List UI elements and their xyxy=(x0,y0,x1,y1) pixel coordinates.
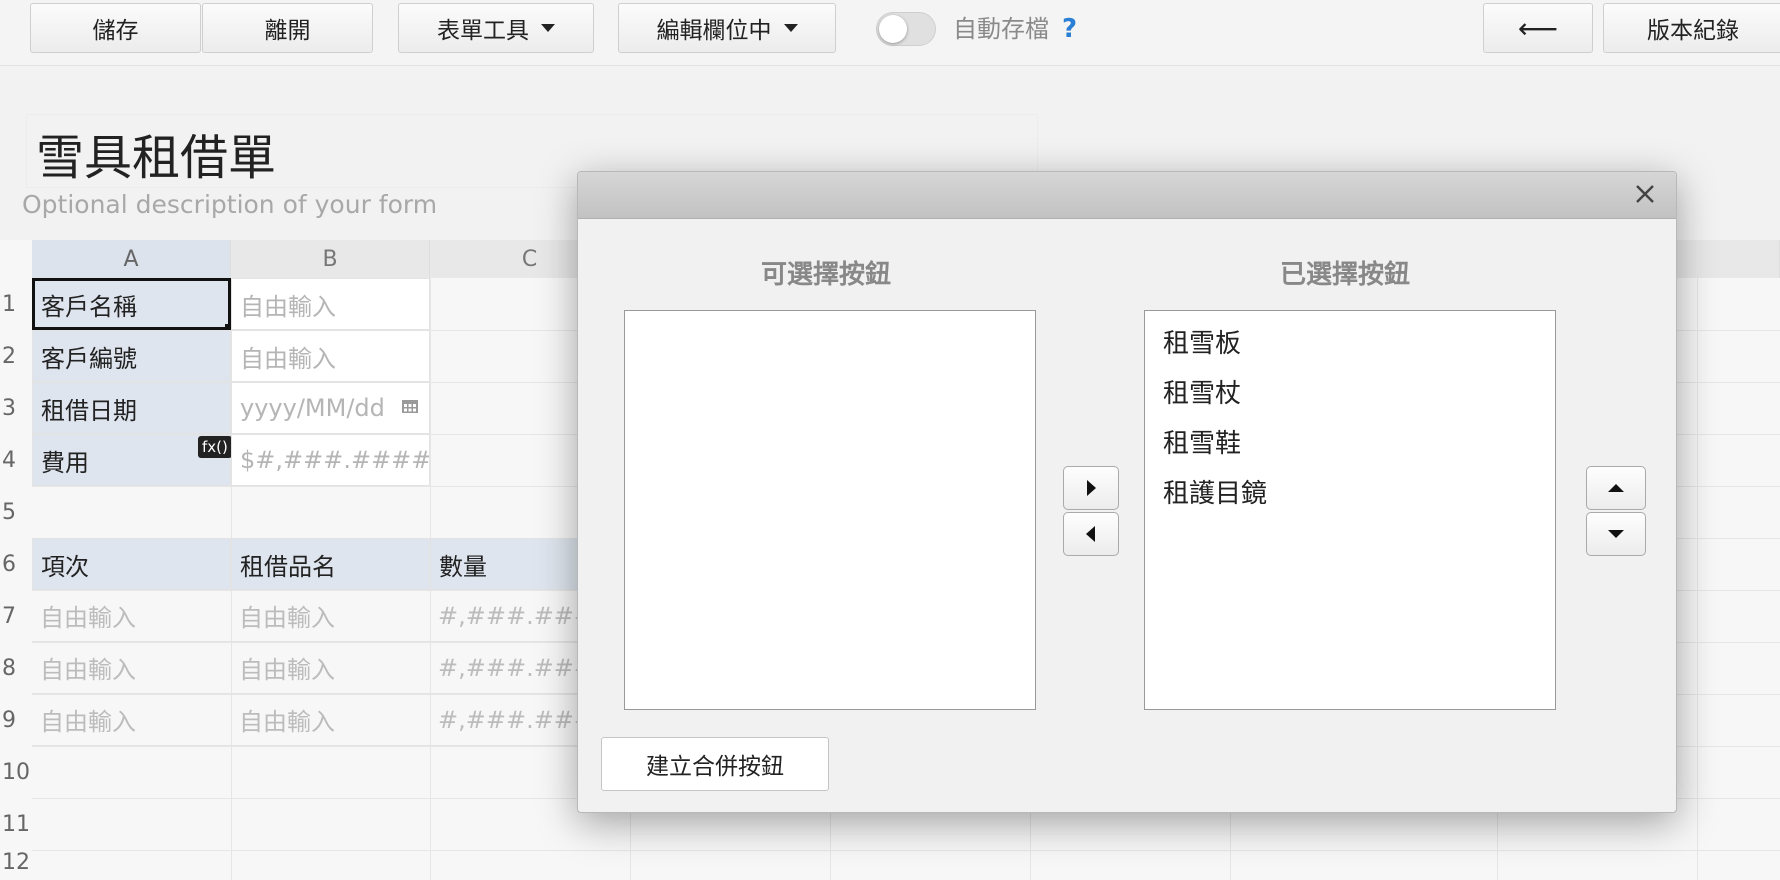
row-header[interactable]: 4 xyxy=(0,434,32,486)
help-icon[interactable]: ? xyxy=(1062,12,1077,46)
row-header[interactable]: 8 xyxy=(0,642,32,694)
row-header[interactable]: 3 xyxy=(0,382,32,434)
calendar-icon[interactable] xyxy=(401,398,419,414)
dialog-title-bar xyxy=(578,172,1676,219)
cell-a9[interactable]: 自由輸入 xyxy=(32,694,231,746)
move-left-button[interactable] xyxy=(1063,512,1119,556)
row-header[interactable]: 1 xyxy=(0,278,32,330)
cell-a1[interactable]: 客戶名稱 xyxy=(32,278,231,330)
chevron-down-icon xyxy=(541,24,555,32)
cell-b4[interactable]: $#,###.##### xyxy=(231,434,430,486)
list-item[interactable]: 租護目鏡 xyxy=(1163,469,1537,519)
chevron-down-icon xyxy=(783,24,798,32)
triangle-left-icon xyxy=(1086,526,1095,542)
leave-button[interactable]: 離開 xyxy=(202,3,373,53)
move-down-button[interactable] xyxy=(1586,512,1646,556)
autosave-label: 自動存檔 xyxy=(953,15,1049,43)
arrow-left-icon: ⟵ xyxy=(1517,11,1559,45)
create-merge-button[interactable]: 建立合併按鈕 xyxy=(601,737,829,791)
cell-a3[interactable]: 租借日期 xyxy=(32,382,231,434)
toolbar: 儲存 離開 表單工具 編輯欄位中 自動存檔 ? ⟵ 版本紀錄 xyxy=(0,0,1780,66)
toggle-knob xyxy=(879,15,907,43)
column-header-b[interactable]: B xyxy=(231,240,430,278)
grid-line xyxy=(32,850,1780,851)
available-buttons-title: 可選擇按鈕 xyxy=(761,260,892,290)
column-header-a[interactable]: A xyxy=(32,240,231,278)
row-header[interactable]: 11 xyxy=(0,798,32,850)
row-header[interactable]: 5 xyxy=(0,486,32,538)
row-header[interactable]: 9 xyxy=(0,694,32,746)
formula-badge[interactable]: fx() xyxy=(198,436,232,458)
editing-field-dropdown[interactable]: 編輯欄位中 xyxy=(618,3,836,53)
cell-b9[interactable]: 自由輸入 xyxy=(231,694,430,746)
row-header[interactable]: 12 xyxy=(0,850,32,880)
selected-buttons-list[interactable]: 租雪板 租雪杖 租雪鞋 租護目鏡 xyxy=(1144,310,1556,710)
cell-a2[interactable]: 客戶編號 xyxy=(32,330,231,382)
triangle-down-icon xyxy=(1608,530,1624,538)
merge-buttons-dialog: 可選擇按鈕 已選擇按鈕 租雪板 租雪杖 租雪鞋 租護目鏡 建立合併按鈕 xyxy=(577,171,1677,813)
autosave-toggle[interactable] xyxy=(876,12,936,46)
triangle-right-icon xyxy=(1087,480,1096,496)
close-icon[interactable] xyxy=(1632,181,1658,207)
save-button[interactable]: 儲存 xyxy=(30,3,201,53)
row-header[interactable]: 10 xyxy=(0,746,32,798)
list-item[interactable]: 租雪杖 xyxy=(1163,369,1537,419)
triangle-up-icon xyxy=(1608,484,1624,492)
cell-a8[interactable]: 自由輸入 xyxy=(32,642,231,694)
grid-line xyxy=(1697,278,1698,880)
row-header[interactable]: 7 xyxy=(0,590,32,642)
list-item[interactable]: 租雪鞋 xyxy=(1163,419,1537,469)
version-history-button[interactable]: 版本紀錄 xyxy=(1603,3,1780,53)
cell-b2[interactable]: 自由輸入 xyxy=(231,330,430,382)
back-button[interactable]: ⟵ xyxy=(1483,3,1593,53)
form-title[interactable]: 雪具租借單 xyxy=(36,118,276,188)
move-up-button[interactable] xyxy=(1586,466,1646,510)
row-header[interactable]: 2 xyxy=(0,330,32,382)
list-item[interactable]: 租雪板 xyxy=(1163,319,1537,369)
available-buttons-list[interactable] xyxy=(624,310,1036,710)
cell-b6[interactable]: 租借品名 xyxy=(231,538,430,590)
form-tools-dropdown[interactable]: 表單工具 xyxy=(398,3,594,53)
cell-b8[interactable]: 自由輸入 xyxy=(231,642,430,694)
form-description[interactable]: Optional description of your form xyxy=(22,190,437,219)
cell-a6[interactable]: 項次 xyxy=(32,538,231,590)
row-header[interactable]: 6 xyxy=(0,538,32,590)
move-right-button[interactable] xyxy=(1063,466,1119,510)
cell-a7[interactable]: 自由輸入 xyxy=(32,590,231,642)
cell-b7[interactable]: 自由輸入 xyxy=(231,590,430,642)
cell-b1[interactable]: 自由輸入 xyxy=(231,278,430,330)
selected-buttons-title: 已選擇按鈕 xyxy=(1280,260,1411,290)
